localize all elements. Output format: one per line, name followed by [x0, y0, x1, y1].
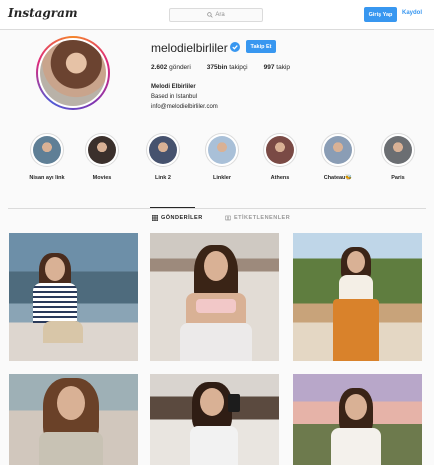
story-highlight[interactable]: Paris	[373, 133, 423, 181]
search-input[interactable]: Ara	[169, 8, 263, 22]
highlight-label: Athens	[270, 175, 290, 181]
story-highlight[interactable]: Movies	[77, 133, 127, 181]
highlight-cover	[263, 133, 297, 167]
following-count: 997	[263, 64, 275, 71]
highlight-cover	[205, 133, 239, 167]
following-stat[interactable]: 997 takip	[264, 64, 290, 71]
post-thumbnail[interactable]	[293, 233, 422, 361]
bio-email: info@melodielbirliler.com	[151, 104, 218, 110]
posts-stat: 2.602 gönderi	[151, 64, 191, 71]
highlight-cover	[146, 133, 180, 167]
tab-posts-label: GÖNDERİLER	[161, 215, 203, 221]
story-highlight[interactable]: Nisan ayı link	[22, 133, 72, 181]
grid-icon	[152, 215, 158, 221]
highlight-label: Link 2	[155, 175, 171, 181]
search-icon	[207, 12, 213, 18]
highlight-image	[266, 136, 294, 164]
following-label: takip	[276, 64, 291, 71]
post-thumbnail[interactable]	[293, 374, 422, 465]
post-thumbnail[interactable]	[150, 374, 279, 465]
profile-stats: 2.602 gönderi 375bin takipçi 997 takip	[151, 64, 290, 71]
verified-badge-icon	[230, 42, 240, 52]
bio-location: Based in Istanbul	[151, 94, 198, 100]
tagged-icon	[225, 215, 231, 221]
full-name: Melodi Elbirliler	[151, 84, 196, 90]
followers-count: 375bin	[206, 64, 228, 71]
login-button[interactable]: Giriş Yap	[364, 7, 397, 22]
highlight-image	[33, 136, 61, 164]
post-thumbnail[interactable]	[9, 374, 138, 465]
tabs-divider	[8, 208, 426, 209]
highlight-cover	[30, 133, 64, 167]
highlight-image	[149, 136, 177, 164]
active-tab-indicator	[150, 207, 195, 208]
post-thumbnail[interactable]	[9, 233, 138, 361]
posts-count: 2.602	[151, 64, 168, 71]
followers-stat[interactable]: 375bin takipçi	[207, 64, 248, 71]
follow-button[interactable]: Takip Et	[246, 40, 276, 53]
signup-link[interactable]: Kaydol	[402, 10, 422, 16]
highlight-cover	[85, 133, 119, 167]
profile-bio: Melodi Elbirliler Based in Istanbul info…	[151, 82, 218, 112]
post-thumbnail[interactable]	[150, 233, 279, 361]
highlight-label: Chateau🐝	[323, 175, 353, 181]
highlight-label: Movies	[92, 175, 112, 181]
instagram-logo[interactable]: Instagram	[8, 6, 78, 20]
highlight-image	[384, 136, 412, 164]
highlight-label: Linkler	[212, 175, 232, 181]
highlight-label: Paris	[391, 175, 405, 181]
tab-tagged[interactable]: ETİKETLENENLER	[225, 215, 290, 221]
story-highlight[interactable]: Linkler	[197, 133, 247, 181]
avatar-image	[40, 40, 106, 106]
highlight-image	[208, 136, 236, 164]
posts-label: gönderi	[169, 64, 191, 71]
followers-label: takipçi	[229, 64, 248, 71]
highlight-image	[88, 136, 116, 164]
highlight-image	[324, 136, 352, 164]
story-highlight[interactable]: Athens	[255, 133, 305, 181]
profile-username: melodielbirliler	[151, 41, 228, 55]
highlight-cover	[381, 133, 415, 167]
story-highlight[interactable]: Link 2	[138, 133, 188, 181]
story-highlight[interactable]: Chateau🐝	[313, 133, 363, 181]
search-placeholder: Ara	[215, 12, 225, 18]
top-navigation-bar: Instagram Ara Giriş Yap Kaydol	[0, 0, 434, 30]
profile-avatar[interactable]	[36, 36, 110, 110]
highlight-label: Nisan ayı link	[29, 175, 65, 181]
highlight-cover	[321, 133, 355, 167]
tab-tagged-label: ETİKETLENENLER	[234, 215, 291, 221]
tab-posts[interactable]: GÖNDERİLER	[152, 215, 203, 221]
